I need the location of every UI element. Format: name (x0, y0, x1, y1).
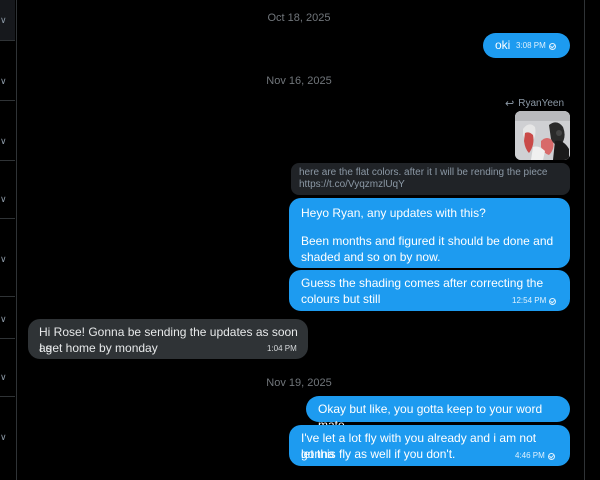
date-separator: Nov 19, 2025 (266, 377, 332, 389)
message-text: I get home by monday (39, 341, 158, 355)
scrollbar-track[interactable] (584, 0, 585, 480)
dm-conversation-view: ∨ ∨ ∨ ∨ ∨ ∨ ∨ ∨ Oct 18, 2025 oki 3:08 PM… (0, 0, 600, 480)
message-text: Been months and figured it should be don… (301, 234, 554, 248)
chevron-down-icon: ∨ (0, 76, 6, 86)
message-text: Heyo Ryan, any updates with this? (301, 206, 486, 220)
message-time: 3:08 PM (516, 41, 546, 50)
message-meta: 4:46 PM (515, 451, 555, 461)
divider (0, 218, 15, 219)
message-meta: 12:54 PM (512, 296, 557, 306)
divider (0, 396, 15, 397)
message-text: Guess the shading comes after correcting… (301, 276, 544, 290)
chevron-down-icon: ∨ (0, 15, 6, 25)
message-bubble-outgoing[interactable]: I've let a lot fly with you already and … (289, 425, 570, 466)
preview-link[interactable]: https://t.co/VyqzmzlUqY (299, 179, 405, 191)
message-bubble-outgoing[interactable]: Heyo Ryan, any updates with this? Been m… (289, 198, 570, 268)
chevron-down-icon: ∨ (0, 372, 6, 382)
chevron-down-icon: ∨ (0, 194, 6, 204)
forwarded-label: ↩ RyanYeen (505, 97, 564, 110)
date-separator: Nov 16, 2025 (266, 75, 332, 87)
message-bubble-incoming[interactable]: Hi Rose! Gonna be sending the updates as… (28, 319, 308, 359)
divider (0, 40, 15, 41)
chevron-down-icon: ∨ (0, 254, 6, 264)
divider (0, 160, 15, 161)
message-time: 4:46 PM (515, 451, 545, 460)
message-time: 1:04 PM (267, 344, 297, 353)
message-time: 12:54 PM (512, 296, 547, 305)
message-bubble-outgoing[interactable]: Okay but like, you gotta keep to your wo… (306, 396, 570, 432)
divider (0, 338, 15, 339)
chevron-down-icon: ∨ (0, 432, 6, 442)
check-icon (548, 42, 556, 50)
reply-arrow-icon: ↩ (505, 98, 515, 110)
check-icon (549, 297, 557, 305)
check-icon (547, 452, 555, 460)
date-separator: Oct 18, 2025 (267, 12, 331, 24)
media-thumbnail[interactable] (515, 111, 570, 160)
conversation-list-collapsed: ∨ ∨ ∨ ∨ ∨ ∨ ∨ ∨ (0, 0, 17, 480)
message-meta: 3:08 PM (516, 41, 556, 51)
preview-text: here are the flat colors. after it I wil… (299, 167, 548, 178)
message-bubble-outgoing[interactable]: Guess the shading comes after correcting… (289, 270, 570, 311)
forwarded-text-preview[interactable]: here are the flat colors. after it I wil… (291, 163, 570, 195)
message-bubble-outgoing[interactable]: oki 3:08 PM (483, 33, 570, 58)
divider (0, 296, 15, 297)
message-text: oki (495, 38, 511, 52)
message-meta: 1:04 PM (267, 344, 297, 354)
chevron-down-icon: ∨ (0, 136, 6, 146)
message-text: shaded and so on by now. (301, 250, 441, 264)
chevron-down-icon: ∨ (0, 314, 6, 324)
forwarded-author[interactable]: RyanYeen (518, 98, 564, 109)
message-text: colours but still (301, 292, 381, 306)
message-text: let this fly as well if you don't. (301, 447, 456, 461)
divider (0, 100, 15, 101)
